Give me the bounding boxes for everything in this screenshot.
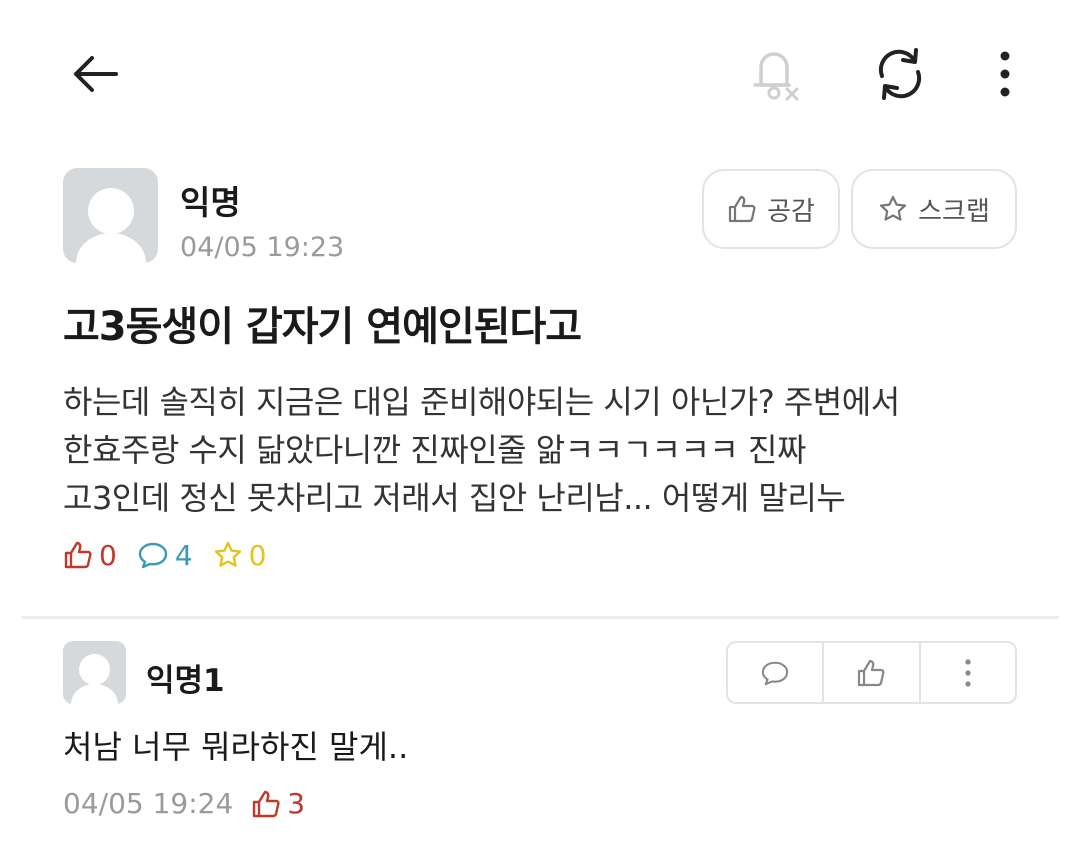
- comment-text: 처남 너무 뭐라하진 말게..: [63, 728, 409, 766]
- post-title: 고3동생이 갑자기 연예인된다고: [63, 304, 582, 350]
- scrap-count-value: 0: [248, 538, 267, 572]
- refresh-icon: [878, 48, 922, 100]
- scrap-count: 0: [213, 538, 267, 572]
- reply-button[interactable]: [728, 643, 822, 702]
- bell-off-icon: [753, 52, 799, 101]
- star-icon: [880, 195, 907, 221]
- more-vertical-icon: [965, 658, 971, 687]
- comment-like-count: 3: [251, 787, 305, 820]
- comment-count-value: 4: [174, 538, 193, 572]
- thumbs-up-icon: [253, 790, 280, 817]
- post-body: 하는데 솔직히 지금은 대입 준비해야되는 시기 아닌가? 주변에서 한효주랑 …: [63, 378, 1043, 522]
- arrow-left-icon: [74, 56, 118, 92]
- post-stats: 0 4 0: [63, 535, 286, 575]
- more-options-button[interactable]: [985, 42, 1025, 106]
- comment-count: 4: [137, 539, 193, 572]
- notification-off-button[interactable]: [740, 40, 810, 106]
- scrap-button[interactable]: 스크랩: [851, 169, 1017, 249]
- comment-avatar: [63, 641, 126, 704]
- thumbs-up-icon: [64, 541, 92, 569]
- thumbs-up-icon: [728, 195, 756, 223]
- section-divider: [22, 616, 1059, 619]
- comment-author: 익명1: [146, 663, 225, 699]
- thumbs-up-icon: [858, 659, 885, 686]
- more-vertical-icon: [1000, 51, 1010, 97]
- scrap-button-label: 스크랩: [918, 196, 990, 227]
- refresh-button[interactable]: [864, 42, 936, 106]
- post-body-line: 하는데 솔직히 지금은 대입 준비해야되는 시기 아닌가? 주변에서: [63, 383, 900, 421]
- comment-meta: 04/05 19:24 3: [63, 787, 325, 820]
- like-count: 0: [63, 539, 117, 572]
- back-button[interactable]: [60, 44, 130, 104]
- comment-icon: [761, 661, 789, 685]
- comment-time: 04/05 19:24: [63, 787, 234, 820]
- like-button[interactable]: 공감: [702, 169, 840, 249]
- like-button-label: 공감: [767, 196, 815, 227]
- author-avatar: [63, 168, 158, 263]
- post-author: 익명: [180, 183, 241, 222]
- like-count-value: 0: [99, 538, 117, 572]
- comment-like-count-value: 3: [287, 787, 306, 820]
- star-icon: [214, 541, 241, 567]
- post-body-line: 고3인데 정신 못차리고 저래서 집안 난리남... 어떻게 말리누: [63, 479, 846, 517]
- comment-icon: [138, 542, 168, 569]
- post-time: 04/05 19:23: [180, 232, 345, 263]
- top-app-bar: [0, 0, 1080, 140]
- comment-like-button[interactable]: [822, 643, 918, 702]
- post-body-line: 한효주랑 수지 닮았다니깐 진짜인줄 앎ㅋㅋㄱㅋㅋㅋ 진짜: [63, 431, 806, 469]
- comment-action-bar: [726, 641, 1017, 704]
- comment-more-button[interactable]: [918, 643, 1015, 702]
